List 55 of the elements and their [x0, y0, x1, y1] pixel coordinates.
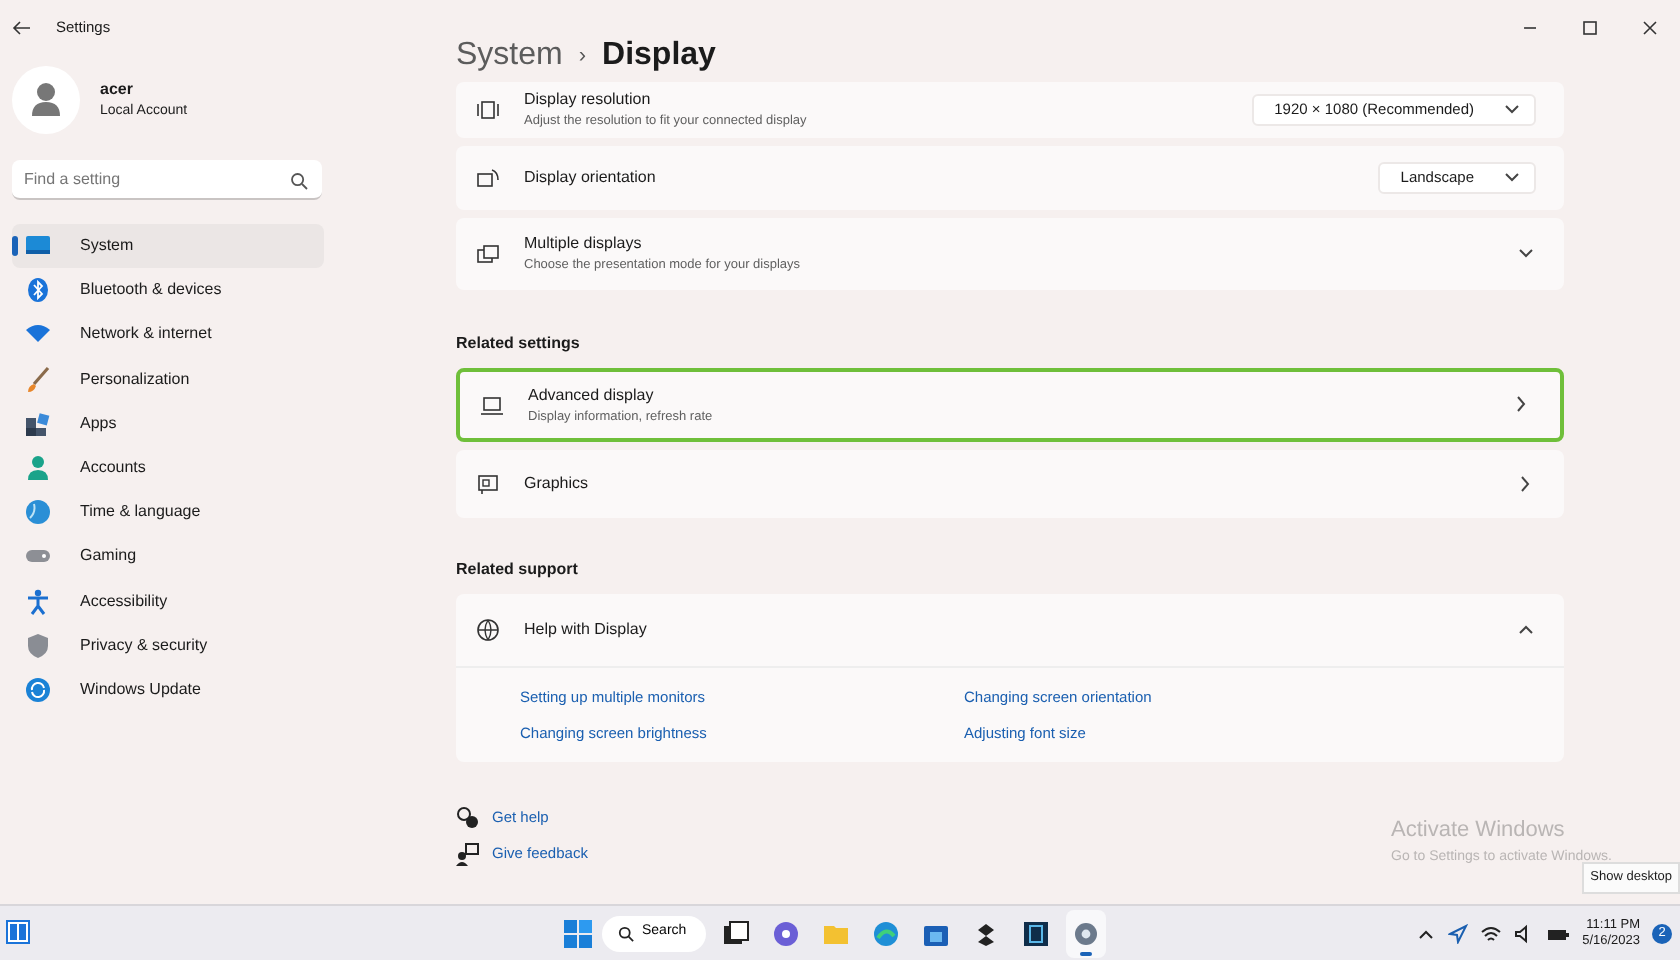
sidebar-item[interactable]: Time & language [12, 490, 324, 535]
browser-icon [872, 919, 901, 947]
sidebar-item[interactable]: Network & internet [12, 312, 324, 358]
setting-title: Display orientation [524, 166, 656, 190]
accessibility-icon [24, 587, 52, 616]
resolution-icon [476, 98, 500, 122]
sidebar-item[interactable]: Personalization [12, 357, 324, 402]
sidebar-item[interactable]: Privacy & security [12, 623, 324, 668]
orientation-icon [476, 166, 500, 190]
search-field[interactable]: Find a setting [12, 160, 322, 200]
setting-title: Help with Display [524, 618, 647, 642]
breadcrumb-link[interactable]: System [456, 32, 563, 80]
sidebar-item[interactable]: Accounts [12, 445, 324, 491]
shield-icon [24, 631, 52, 660]
setting-title: Display resolution [524, 88, 653, 113]
start-icon[interactable] [564, 919, 592, 947]
refresh-icon [24, 675, 52, 704]
setting-title: Graphics [524, 472, 589, 496]
task-view-icon [722, 919, 751, 947]
location-icon[interactable] [1448, 923, 1469, 943]
sidebar-item[interactable]: Accessibility [12, 579, 324, 624]
search-icon [618, 925, 634, 941]
sidebar-item[interactable]: Bluetooth & devices [12, 268, 324, 313]
search-icon [290, 172, 308, 190]
breadcrumb-separator: › [578, 41, 587, 72]
graphics-card-icon [476, 472, 500, 496]
activation-title: Activate Windows [1391, 816, 1567, 846]
sidebar-item[interactable]: Gaming [12, 534, 324, 579]
sidebar-item[interactable]: Apps [12, 401, 324, 446]
section-heading: Related support [456, 558, 580, 582]
laptop-icon [480, 393, 504, 417]
person-icon [24, 454, 52, 483]
sidebar-item[interactable]: Windows Update [12, 667, 324, 713]
avatar[interactable] [12, 66, 80, 134]
bluetooth-icon [24, 276, 52, 305]
sidebar-item[interactable]: System [12, 224, 324, 269]
setting-title: Multiple displays [524, 232, 644, 257]
wifi-icon[interactable] [1480, 923, 1503, 943]
maximize-icon[interactable] [1580, 18, 1600, 38]
apps-grid-icon [24, 409, 52, 438]
feedback-icon [456, 842, 480, 866]
page-title: Display [602, 36, 716, 76]
brush-icon [24, 365, 52, 394]
account-name: acer [100, 77, 135, 102]
displays-icon [476, 242, 500, 266]
setting-card[interactable]: Graphics [456, 450, 1564, 518]
chat-icon [772, 919, 801, 947]
gear-icon [1072, 919, 1101, 947]
help-expander[interactable]: Help with Display [456, 594, 1564, 666]
app-icon [1022, 919, 1051, 947]
close-icon[interactable] [1640, 18, 1660, 38]
setting-title: Advanced display [528, 383, 656, 408]
section-heading: Related settings [456, 332, 582, 356]
back-icon[interactable] [12, 18, 32, 38]
widgets-icon[interactable] [6, 920, 30, 945]
